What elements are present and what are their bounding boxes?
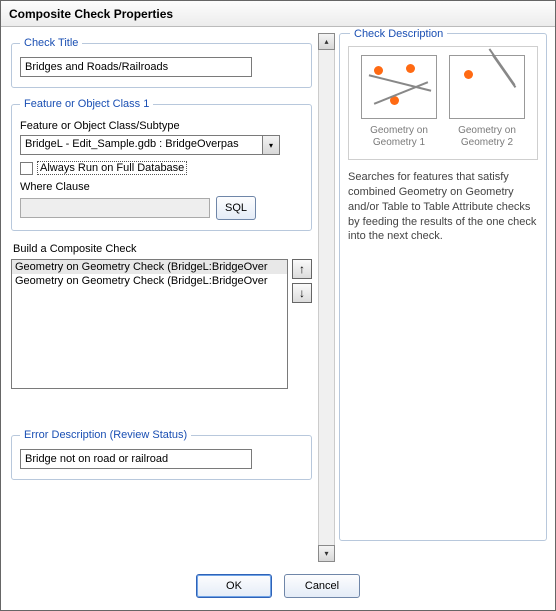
- description-text: Searches for features that satisfy combi…: [348, 170, 538, 244]
- feature-class-group: Feature or Object Class 1 Feature or Obj…: [11, 98, 312, 231]
- check-title-input[interactable]: [20, 57, 252, 77]
- thumbnails-frame: Geometry on Geometry 1 Geometry on Geome…: [348, 46, 538, 160]
- feature-class-legend: Feature or Object Class 1: [20, 98, 153, 110]
- thumbnail-2: Geometry on Geometry 2: [447, 55, 527, 149]
- move-down-button[interactable]: ↓: [292, 283, 312, 303]
- build-label: Build a Composite Check: [13, 243, 310, 255]
- vertical-scrollbar[interactable]: ▴ ▾: [318, 33, 335, 562]
- window-title: Composite Check Properties: [9, 7, 173, 21]
- cancel-button[interactable]: Cancel: [284, 574, 360, 598]
- chevron-down-icon[interactable]: ▾: [263, 135, 280, 155]
- always-run-checkbox[interactable]: [20, 162, 33, 175]
- check-title-group: Check Title: [11, 37, 312, 88]
- build-row: Geometry on Geometry Check (BridgeL:Brid…: [11, 259, 312, 389]
- error-description-group: Error Description (Review Status): [11, 429, 312, 480]
- error-description-legend: Error Description (Review Status): [20, 429, 191, 441]
- geometry-thumb-1-icon: [361, 55, 437, 119]
- right-column: Check Description Geometry on Geometry: [339, 33, 547, 562]
- check-title-legend: Check Title: [20, 37, 82, 49]
- arrow-up-icon: ↑: [299, 262, 305, 276]
- left-column: Check Title Feature or Object Class 1 Fe…: [9, 33, 314, 562]
- always-run-label: Always Run on Full Database: [37, 161, 187, 175]
- dialog-window: Composite Check Properties Check Title F…: [0, 0, 556, 611]
- check-description-group: Check Description Geometry on Geometry: [339, 33, 547, 541]
- where-clause-input[interactable]: [20, 198, 210, 218]
- ok-button[interactable]: OK: [196, 574, 272, 598]
- geometry-thumb-2-icon: [449, 55, 525, 119]
- sql-button[interactable]: SQL: [216, 196, 256, 220]
- scroll-track[interactable]: [318, 50, 335, 545]
- scroll-up-button[interactable]: ▴: [318, 33, 335, 50]
- content-area: Check Title Feature or Object Class 1 Fe…: [1, 27, 555, 562]
- where-clause-label: Where Clause: [20, 181, 303, 193]
- list-item[interactable]: Geometry on Geometry Check (BridgeL:Brid…: [12, 260, 287, 274]
- scroll-down-button[interactable]: ▾: [318, 545, 335, 562]
- composite-check-list[interactable]: Geometry on Geometry Check (BridgeL:Brid…: [11, 259, 288, 389]
- dialog-footer: OK Cancel: [1, 562, 555, 610]
- thumbnail-1: Geometry on Geometry 1: [359, 55, 439, 149]
- move-up-button[interactable]: ↑: [292, 259, 312, 279]
- reorder-buttons: ↑ ↓: [292, 259, 312, 389]
- error-description-input[interactable]: [20, 449, 252, 469]
- feature-class-combo-text: BridgeL - Edit_Sample.gdb : BridgeOverpa…: [20, 135, 263, 155]
- check-description-legend: Check Description: [350, 28, 447, 40]
- feature-class-combo[interactable]: BridgeL - Edit_Sample.gdb : BridgeOverpa…: [20, 135, 280, 155]
- arrow-down-icon: ↓: [299, 286, 305, 300]
- thumbnail-2-caption: Geometry on Geometry 2: [447, 125, 527, 149]
- feature-class-label: Feature or Object Class/Subtype: [20, 120, 303, 132]
- thumbnail-1-caption: Geometry on Geometry 1: [359, 125, 439, 149]
- list-item[interactable]: Geometry on Geometry Check (BridgeL:Brid…: [12, 274, 287, 288]
- titlebar: Composite Check Properties: [1, 1, 555, 27]
